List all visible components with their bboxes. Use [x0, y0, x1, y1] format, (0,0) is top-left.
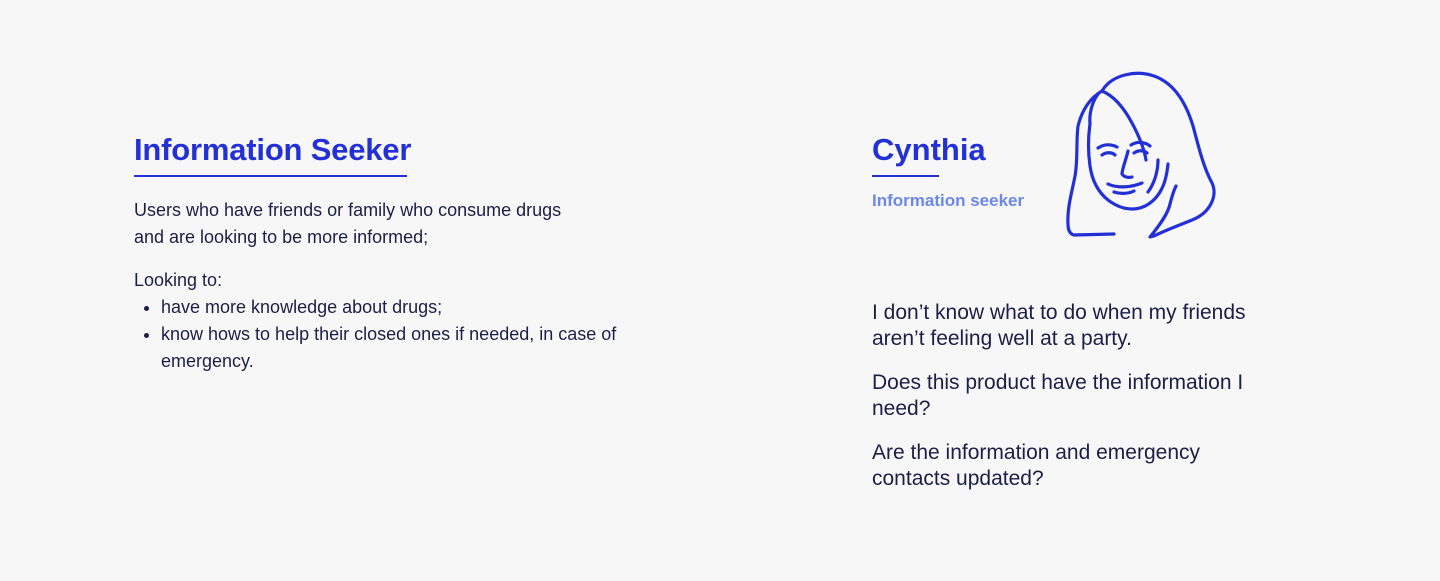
- segment-panel: Information Seeker Users who have friend…: [134, 128, 654, 375]
- goal-item: know hows to help their closed ones if n…: [161, 321, 621, 375]
- quote-1: I don’t know what to do when my friends …: [872, 301, 1246, 350]
- segment-description: Users who have friends or family who con…: [134, 197, 654, 251]
- title-underline: [134, 175, 407, 177]
- persona-quotes: I don’t know what to do when my friends …: [872, 300, 1252, 510]
- name-underline: [872, 175, 939, 177]
- segment-title: Information Seeker: [134, 132, 412, 167]
- goal-list: have more knowledge about drugs; know ho…: [134, 294, 621, 375]
- description-line-2: and are looking to be more informed;: [134, 227, 429, 247]
- description-line-1: Users who have friends or family who con…: [134, 200, 562, 220]
- woman-portrait-line-icon: [1066, 71, 1216, 239]
- persona-name: Cynthia: [872, 132, 986, 167]
- looking-to-heading: Looking to:: [134, 270, 223, 290]
- persona-role: Information seeker: [872, 191, 1025, 210]
- goal-item: have more knowledge about drugs;: [161, 294, 621, 321]
- quote-3: Are the information and emergency contac…: [872, 441, 1201, 490]
- quote-2: Does this product have the information I…: [872, 371, 1244, 420]
